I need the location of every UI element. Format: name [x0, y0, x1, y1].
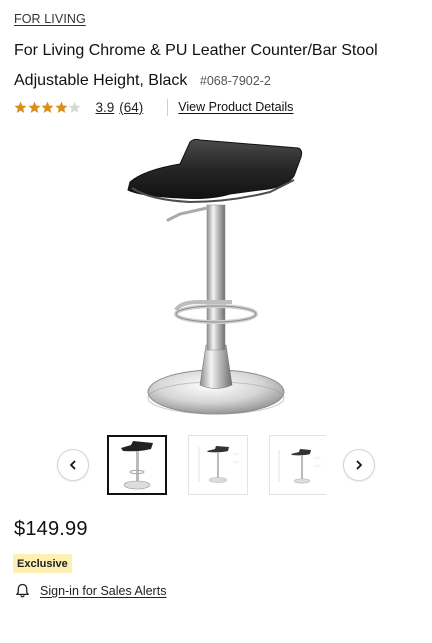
thumbnail-3[interactable]: [269, 435, 326, 495]
exclusive-badge: Exclusive: [13, 554, 72, 573]
bar-stool-side-thumbnail: [278, 449, 321, 484]
main-product-image[interactable]: [110, 130, 320, 425]
star-icon: [41, 101, 54, 113]
star-icon: [14, 101, 27, 113]
bar-stool-image: [127, 138, 303, 415]
chevron-right-icon: [356, 460, 362, 470]
product-sku: #068-7902-2: [199, 74, 271, 88]
rating-row: 3.9 (64) View Product Details: [14, 98, 293, 116]
product-title: For Living Chrome & PU Leather Counter/B…: [14, 36, 418, 96]
bar-stool-dimensions-thumbnail: [198, 446, 239, 483]
star-icon: [28, 101, 40, 113]
star-icon: [55, 101, 67, 113]
bell-icon: [16, 583, 29, 598]
sales-alerts[interactable]: Sign-in for Sales Alerts: [15, 583, 166, 599]
product-price: $149.99: [14, 518, 88, 540]
carousel-next-button[interactable]: [343, 449, 375, 481]
view-product-details-link[interactable]: View Product Details: [178, 100, 293, 114]
carousel-prev-button[interactable]: [57, 449, 89, 481]
star-rating[interactable]: [14, 101, 82, 114]
brand-link[interactable]: FOR LIVING: [14, 12, 86, 26]
sign-in-sales-alerts-link[interactable]: Sign-in for Sales Alerts: [40, 584, 166, 598]
chevron-left-icon: [70, 460, 76, 470]
thumbnail-2[interactable]: [188, 435, 248, 495]
rating-value[interactable]: 3.9: [96, 100, 115, 115]
thumbnail-1[interactable]: [107, 435, 167, 495]
star-icon: [68, 101, 81, 113]
divider: [167, 98, 169, 116]
bar-stool-thumbnail: [121, 441, 153, 490]
review-count-link[interactable]: (64): [119, 100, 143, 115]
image-carousel: [0, 432, 432, 498]
product-title-text: For Living Chrome & PU Leather Counter/B…: [14, 42, 378, 89]
